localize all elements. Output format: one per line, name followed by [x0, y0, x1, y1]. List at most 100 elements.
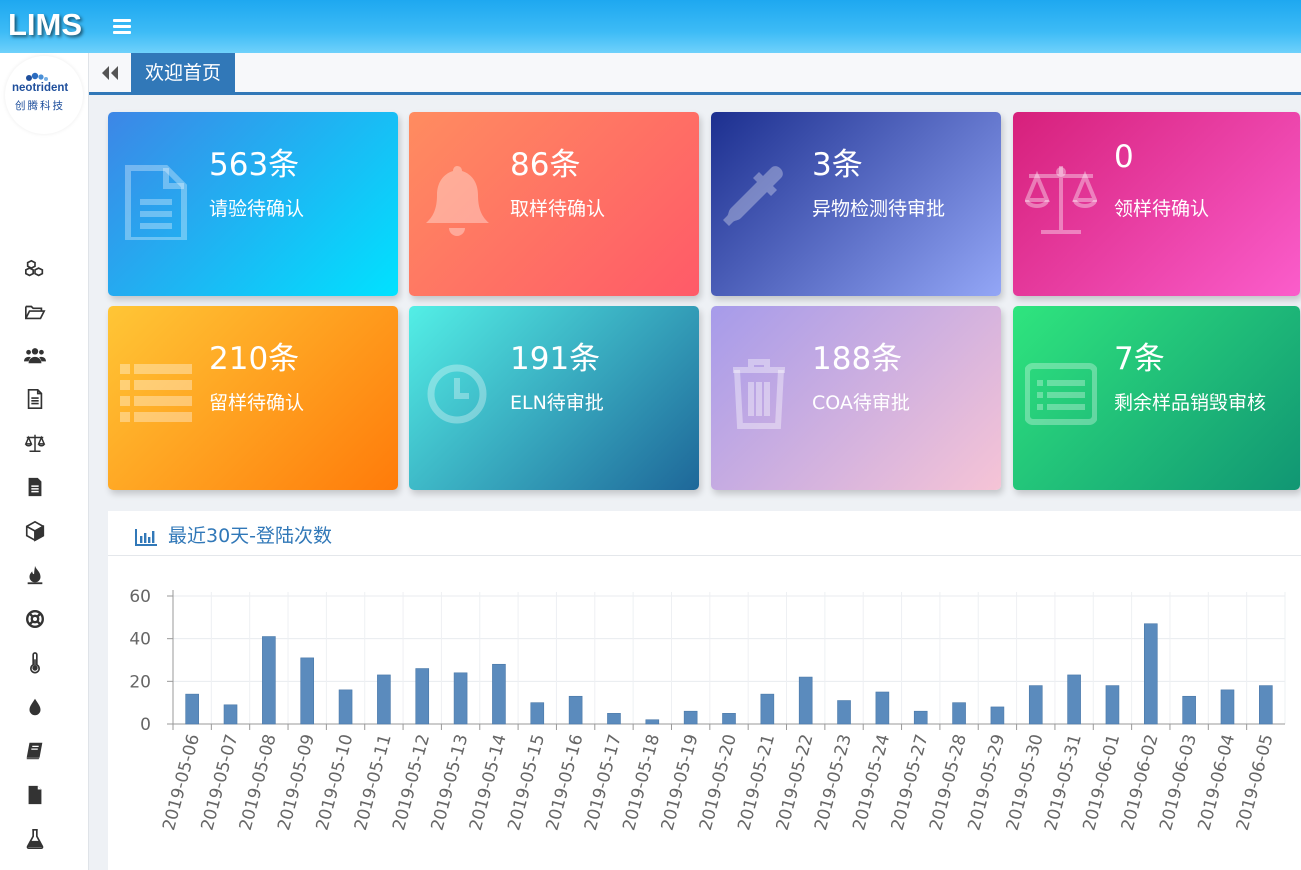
chart-bar: [683, 710, 698, 725]
brand-dots-icon: [26, 72, 48, 81]
chart-bar: [607, 713, 621, 725]
chart-bar: [913, 710, 928, 725]
chart-bar: [1028, 685, 1043, 725]
chart-title: 最近30天-登陆次数: [168, 525, 333, 547]
chart-xtick-label: 2019-05-10: [312, 732, 357, 833]
chart-bar: [875, 691, 890, 725]
chart-xtick-label: 2019-05-06: [159, 732, 204, 833]
chart-xtick-label: 2019-05-21: [734, 732, 779, 833]
summary-card[interactable]: 188条 COA待审批: [711, 306, 1001, 490]
chart-bar: [568, 695, 583, 725]
chart-bar: [377, 674, 391, 725]
card-count: 191条: [510, 341, 601, 377]
summary-card[interactable]: 86条 取样待确认: [409, 112, 699, 296]
card-count: 210条: [209, 341, 300, 377]
chart-xtick-label: 2019-05-08: [236, 732, 281, 833]
flask-icon[interactable]: [22, 826, 48, 852]
chart-xtick-label: 2019-06-05: [1233, 732, 1278, 833]
card-count: 7条: [1114, 341, 1165, 377]
double-chevron-left-icon: [102, 66, 118, 80]
brand-name: neotrident: [12, 82, 69, 94]
chart-xtick-label: 2019-05-12: [389, 732, 434, 833]
brand-logo: neotrident 创腾科技: [5, 56, 83, 134]
balance-scale-icon[interactable]: [22, 430, 48, 456]
chart-xtick-label: 2019-05-22: [773, 732, 818, 833]
chart-xtick-label: 2019-06-04: [1194, 732, 1239, 833]
chart-xtick-label: 2019-06-02: [1118, 732, 1163, 833]
drop-icon[interactable]: [22, 694, 48, 720]
bar-chart-icon: [135, 529, 157, 546]
list-alt-icon: [1025, 363, 1097, 425]
chart-bar: [1143, 623, 1158, 725]
chart-xtick-label: 2019-05-13: [428, 732, 473, 833]
chart-ytick-label: 0: [140, 715, 151, 735]
card-label: COA待审批: [812, 392, 910, 414]
summary-card[interactable]: 563条 请验待确认: [108, 112, 398, 296]
chart-ytick-label: 60: [129, 587, 151, 607]
eyedropper-icon: [723, 166, 783, 226]
chart-xtick-label: 2019-05-11: [351, 732, 396, 833]
chart-bar: [338, 689, 353, 725]
summary-card[interactable]: 7条剩余样品销毁审核: [1013, 306, 1300, 490]
chart-bar: [798, 676, 813, 725]
cube-icon[interactable]: [22, 518, 48, 544]
summary-card[interactable]: 191条 ELN待审批: [409, 306, 699, 490]
file-text-icon[interactable]: [22, 474, 48, 500]
list-icon: [120, 364, 192, 422]
folder-open-icon[interactable]: [22, 299, 48, 325]
tab-scroll-left-button[interactable]: [99, 62, 121, 84]
chart-bar: [492, 663, 506, 725]
chart-bar: [837, 700, 851, 725]
thermometer-icon[interactable]: [22, 650, 48, 676]
sidebar: neotrident 创腾科技: [0, 53, 89, 870]
users-icon[interactable]: [22, 342, 48, 368]
top-bar: LIMS: [0, 0, 1301, 53]
login-chart-panel: 最近30天-登陆次数 0 20 40 60 2019-05-06 2019-05-07 20…: [108, 511, 1301, 870]
chart-bar: [415, 668, 430, 725]
chart-xtick-label: 2019-05-30: [1003, 732, 1048, 833]
login-bar-chart: 02040602019-05-062019-05-072019-05-08201…: [129, 587, 1286, 833]
chart-bar: [223, 704, 238, 725]
card-label: 剩余样品销毁审核: [1114, 392, 1267, 414]
document-icon[interactable]: [22, 386, 48, 412]
chart-xtick-label: 2019-05-29: [964, 732, 1009, 833]
book-icon[interactable]: [22, 738, 48, 764]
menu-toggle-button[interactable]: [111, 14, 135, 38]
chart-bar: [1067, 674, 1081, 725]
flame-icon[interactable]: [22, 562, 48, 588]
chart-xtick-label: 2019-05-20: [696, 732, 741, 833]
trash-icon: [733, 359, 785, 429]
chart-xtick-label: 2019-05-27: [888, 732, 933, 833]
summary-card[interactable]: 0 领样待确认: [1013, 112, 1300, 296]
card-label: 取样待确认: [510, 198, 606, 220]
chart-bar: [1220, 689, 1235, 725]
file-icon[interactable]: [22, 782, 48, 808]
chart-bar: [453, 672, 468, 725]
summary-card[interactable]: 210条留样待确认: [108, 306, 398, 490]
chart-bar: [645, 719, 660, 725]
chart-xtick-label: 2019-05-17: [581, 732, 626, 833]
chart-xtick-label: 2019-05-14: [466, 732, 511, 833]
app-logo: LIMS: [8, 7, 83, 42]
chart-xtick-label: 2019-05-18: [619, 732, 664, 833]
chart-bar: [1259, 685, 1273, 725]
chart-ytick-label: 40: [129, 630, 151, 650]
chart-bar: [952, 702, 966, 725]
chart-xtick-label: 2019-05-31: [1041, 732, 1086, 833]
chart-xtick-label: 2019-06-01: [1079, 732, 1124, 833]
chart-xtick-label: 2019-05-09: [274, 732, 319, 833]
balance-scale-icon: [1025, 166, 1097, 234]
card-label: 领样待确认: [1114, 198, 1210, 220]
card-label: 留样待确认: [209, 392, 305, 414]
chart-bar: [1182, 695, 1196, 725]
life-ring-icon[interactable]: [22, 606, 48, 632]
chart-xtick-label: 2019-05-23: [811, 732, 856, 833]
chart-xtick-label: 2019-05-28: [926, 732, 971, 833]
cubes-icon[interactable]: [22, 256, 48, 282]
tab-home[interactable]: 欢迎首页: [131, 53, 236, 92]
document-icon: [125, 165, 187, 240]
summary-card[interactable]: 3条 异物检测待审批: [711, 112, 1001, 296]
chart-xtick-label: 2019-05-19: [658, 732, 703, 833]
chart-header: 最近30天-登陆次数: [108, 511, 1301, 556]
card-label: ELN待审批: [510, 392, 604, 414]
